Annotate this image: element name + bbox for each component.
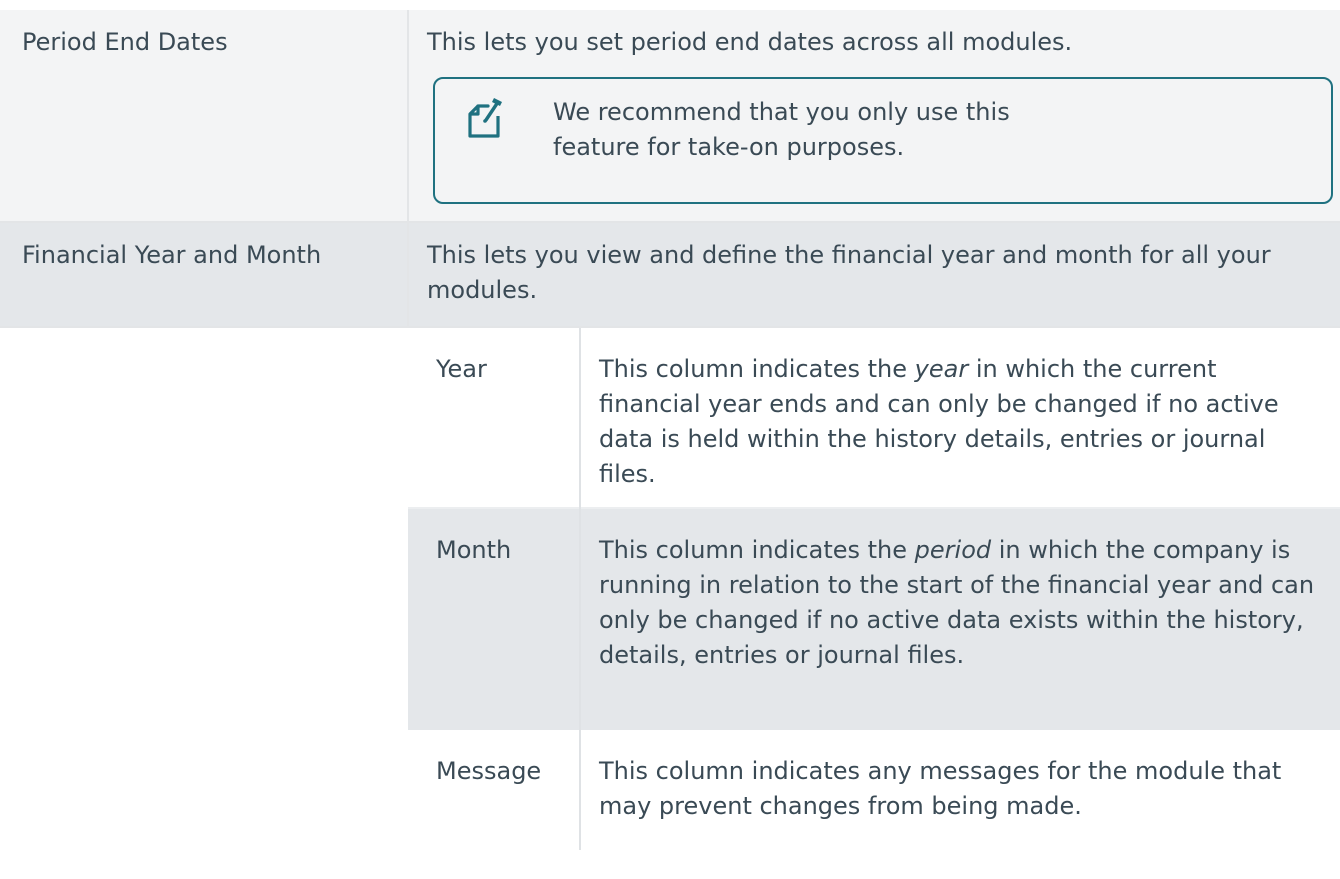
- subtable-emphasis: period: [914, 536, 992, 564]
- note-box: We recommend that you only use this feat…: [433, 77, 1333, 204]
- subtable-value: This column indicates the period in whic…: [580, 508, 1340, 730]
- subtable-value: This column indicates the year in which …: [580, 328, 1340, 508]
- column-definitions-table: Year This column indicates the year in w…: [408, 328, 1340, 850]
- subtable-row-month: Month This column indicates the period i…: [408, 508, 1340, 730]
- row-label: Period End Dates: [22, 28, 228, 56]
- note-edit-icon: [464, 94, 508, 142]
- subtable-row-message: Message This column indicates any messag…: [408, 730, 1340, 850]
- subtable-key: Message: [408, 730, 581, 850]
- row-description-cell: This lets you view and define the financ…: [408, 222, 1340, 327]
- table-row-columns-detail: Year This column indicates the year in w…: [0, 327, 1340, 850]
- empty-label-cell: [0, 327, 408, 850]
- subtable-cell: Year This column indicates the year in w…: [408, 327, 1340, 850]
- subtable-key: Month: [408, 508, 581, 730]
- note-text: We recommend that you only use this feat…: [553, 98, 1010, 161]
- subtable-key-text: Year: [436, 355, 487, 383]
- subtable-row-year: Year This column indicates the year in w…: [408, 328, 1340, 508]
- subtable-emphasis: year: [914, 355, 969, 383]
- settings-table: Period End Dates This lets you set perio…: [0, 10, 1340, 850]
- row-label-cell: Financial Year and Month: [0, 222, 409, 327]
- subtable-text: This column indicates the: [599, 536, 915, 564]
- subtable-key-text: Month: [436, 536, 512, 564]
- table-row-financial-year-month: Financial Year and Month This lets you v…: [0, 222, 1340, 327]
- subtable-text: This column indicates any messages for t…: [599, 757, 1282, 820]
- subtable-value: This column indicates any messages for t…: [580, 730, 1340, 850]
- table-row-period-end-dates: Period End Dates This lets you set perio…: [0, 10, 1340, 222]
- row-description: This lets you set period end dates acros…: [427, 28, 1073, 56]
- subtable-key-text: Message: [436, 757, 542, 785]
- subtable-key: Year: [408, 328, 581, 508]
- row-label: Financial Year and Month: [22, 241, 322, 269]
- row-description-cell: This lets you set period end dates acros…: [408, 10, 1340, 222]
- row-description: This lets you view and define the financ…: [427, 241, 1271, 304]
- subtable-text: This column indicates the: [599, 355, 915, 383]
- row-label-cell: Period End Dates: [0, 10, 409, 222]
- document-page: Period End Dates This lets you set perio…: [0, 0, 1340, 879]
